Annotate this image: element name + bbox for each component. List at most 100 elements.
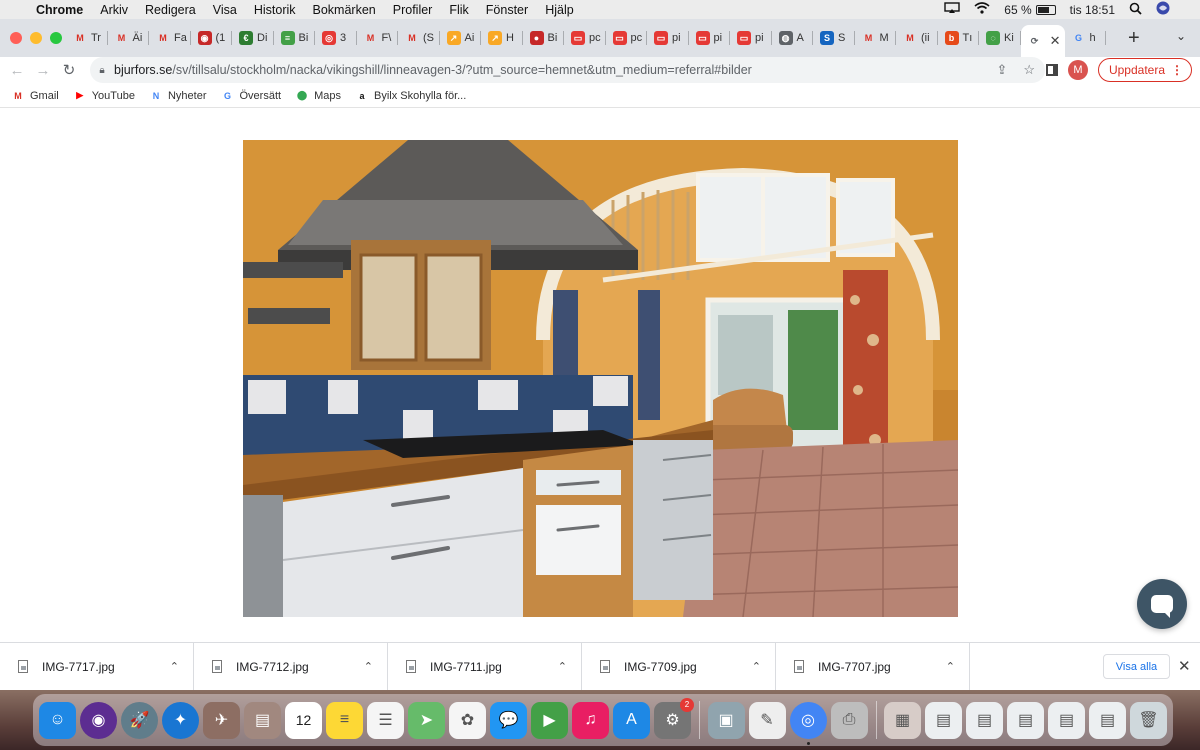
download-item[interactable]: IMG-7717.jpg ⌃ xyxy=(0,642,194,691)
tab[interactable]: ▭ pi xyxy=(689,24,731,52)
menu-visa[interactable]: Visa xyxy=(213,3,237,17)
tab[interactable]: ▭ pi xyxy=(647,24,689,52)
contacts-icon[interactable]: ▤ xyxy=(244,701,281,739)
music-icon[interactable]: ♫ xyxy=(572,701,609,739)
tab-active[interactable]: ⟳ ✕ xyxy=(1020,25,1065,57)
notes-icon[interactable]: ≡ xyxy=(326,701,363,739)
minimize-window-button[interactable] xyxy=(30,32,42,44)
bookmark-item[interactable]: M Gmail xyxy=(11,90,58,102)
calendar-icon[interactable]: 12 xyxy=(285,701,322,739)
close-window-button[interactable] xyxy=(10,32,22,44)
menu-redigera[interactable]: Redigera xyxy=(145,3,196,17)
bookmark-item[interactable]: N Nyheter xyxy=(149,90,207,102)
messages-icon[interactable]: 💬 xyxy=(490,701,527,739)
bookmark-item[interactable]: G Översätt xyxy=(221,90,281,102)
update-button[interactable]: Uppdatera ⋮ xyxy=(1097,58,1192,82)
profile-avatar[interactable]: M xyxy=(1067,60,1088,80)
menu-bokmarken[interactable]: Bokmärken xyxy=(313,3,376,17)
textedit-icon[interactable]: ✎ xyxy=(748,701,786,739)
tab[interactable]: ◌ Ki xyxy=(979,24,1021,52)
address-bar[interactable]: 🔒︎ bjurfors.se/sv/tillsalu/stockholm/nac… xyxy=(90,57,1045,83)
siri-menu-icon[interactable] xyxy=(1156,1,1170,18)
spotlight-search-icon[interactable] xyxy=(1129,2,1142,18)
recent-document-3-icon[interactable]: ▤ xyxy=(966,701,1003,739)
menu-fonster[interactable]: Fönster xyxy=(486,3,528,17)
tab-search-chevron-icon[interactable]: ⌄ xyxy=(1176,29,1186,43)
tab[interactable]: ▭ pc xyxy=(606,24,648,52)
photo-slideshow-icon[interactable]: ✈ xyxy=(203,701,240,739)
tab[interactable]: M Fa xyxy=(149,24,191,52)
facetime-icon[interactable]: ▶ xyxy=(531,701,568,739)
lock-icon[interactable]: 🔒︎ xyxy=(90,65,114,76)
chat-button[interactable] xyxy=(1137,579,1187,629)
download-item[interactable]: IMG-7707.jpg ⌃ xyxy=(776,642,970,691)
chevron-up-icon[interactable]: ⌃ xyxy=(170,660,179,673)
printer-icon[interactable]: ⎙ xyxy=(830,701,868,739)
tab[interactable]: ▭ pi xyxy=(730,24,772,52)
screen-mirroring-icon[interactable] xyxy=(944,2,960,17)
reload-button[interactable]: ↻ xyxy=(56,61,82,79)
tab[interactable]: ◉ (1 xyxy=(191,24,233,52)
tab[interactable]: ≡ Bi xyxy=(274,24,316,52)
tab[interactable]: ▭ pc xyxy=(564,24,606,52)
chrome-icon[interactable]: ◎ xyxy=(789,701,827,745)
bookmark-item[interactable]: ▶ YouTube xyxy=(73,90,135,102)
finder-icon[interactable]: ☺ xyxy=(39,701,76,739)
bookmark-star-icon[interactable]: ☆ xyxy=(1023,62,1035,78)
tab[interactable]: M Tr xyxy=(66,24,108,52)
recent-document-5-icon[interactable]: ▤ xyxy=(1048,701,1085,739)
download-item[interactable]: IMG-7711.jpg ⌃ xyxy=(388,642,582,691)
chevron-up-icon[interactable]: ⌃ xyxy=(946,660,955,673)
tab[interactable]: M (S xyxy=(398,24,440,52)
close-tab-icon[interactable]: ✕ xyxy=(1050,33,1061,49)
clock[interactable]: tis 18:51 xyxy=(1070,3,1115,17)
safari-icon[interactable]: ✦ xyxy=(162,701,199,739)
app-store-icon[interactable]: A xyxy=(613,701,650,739)
tab[interactable]: M F\ xyxy=(357,24,399,52)
recent-document-2-icon[interactable]: ▤ xyxy=(925,701,962,739)
tab[interactable]: SS xyxy=(813,24,855,52)
reminders-icon[interactable]: ☰ xyxy=(367,701,404,739)
recent-document-4-icon[interactable]: ▤ xyxy=(1007,701,1044,739)
tab[interactable]: M Äi xyxy=(108,24,150,52)
photos-icon[interactable]: ✿ xyxy=(449,701,486,739)
tab[interactable]: ↗ H xyxy=(481,24,523,52)
trash-icon[interactable]: 🗑 xyxy=(1130,701,1167,739)
download-item[interactable]: IMG-7712.jpg ⌃ xyxy=(194,642,388,691)
menu-arkiv[interactable]: Arkiv xyxy=(100,3,128,17)
chevron-up-icon[interactable]: ⌃ xyxy=(752,660,761,673)
property-photo-kitchen[interactable] xyxy=(243,140,958,617)
wifi-icon[interactable] xyxy=(974,2,990,17)
tab[interactable]: ● Bi xyxy=(523,24,565,52)
show-all-downloads-button[interactable]: Visa alla xyxy=(1103,654,1170,679)
chevron-up-icon[interactable]: ⌃ xyxy=(364,660,373,673)
bookmark-item[interactable]: ⬤ Maps xyxy=(295,90,341,102)
more-menu-icon[interactable]: ⋮ xyxy=(1171,63,1183,77)
recent-document-6-icon[interactable]: ▤ xyxy=(1089,701,1126,739)
download-item[interactable]: IMG-7709.jpg ⌃ xyxy=(582,642,776,691)
zoom-window-button[interactable] xyxy=(50,32,62,44)
recent-document-1-icon[interactable]: ▦ xyxy=(884,701,921,739)
battery-status[interactable]: 65 % xyxy=(1004,3,1056,17)
tab[interactable]: € Di xyxy=(232,24,274,52)
share-icon[interactable]: ⇪ xyxy=(996,62,1007,78)
menu-historik[interactable]: Historik xyxy=(254,3,296,17)
launchpad-icon[interactable]: 🚀 xyxy=(121,701,158,739)
close-downloads-icon[interactable]: ✕ xyxy=(1178,657,1191,675)
forward-button[interactable]: → xyxy=(30,62,56,79)
tab[interactable]: M (ii xyxy=(896,24,938,52)
bookmark-item[interactable]: a Byilx Skohylla för... xyxy=(355,90,466,102)
menu-flik[interactable]: Flik xyxy=(449,3,468,17)
side-panel-icon[interactable] xyxy=(1045,64,1058,76)
menu-profiler[interactable]: Profiler xyxy=(393,3,433,17)
tab[interactable]: ◍ A xyxy=(772,24,814,52)
tab[interactable]: Gh xyxy=(1065,24,1107,52)
menu-hjalp[interactable]: Hjälp xyxy=(545,3,574,17)
preview-icon[interactable]: ▣ xyxy=(707,701,745,739)
tab[interactable]: MM xyxy=(855,24,897,52)
tab[interactable]: b Tı xyxy=(938,24,980,52)
back-button[interactable]: ← xyxy=(4,62,30,79)
app-menu[interactable]: Chrome xyxy=(36,3,83,17)
tab[interactable]: ◎ 3 xyxy=(315,24,357,52)
new-tab-button[interactable]: + xyxy=(1128,27,1140,50)
